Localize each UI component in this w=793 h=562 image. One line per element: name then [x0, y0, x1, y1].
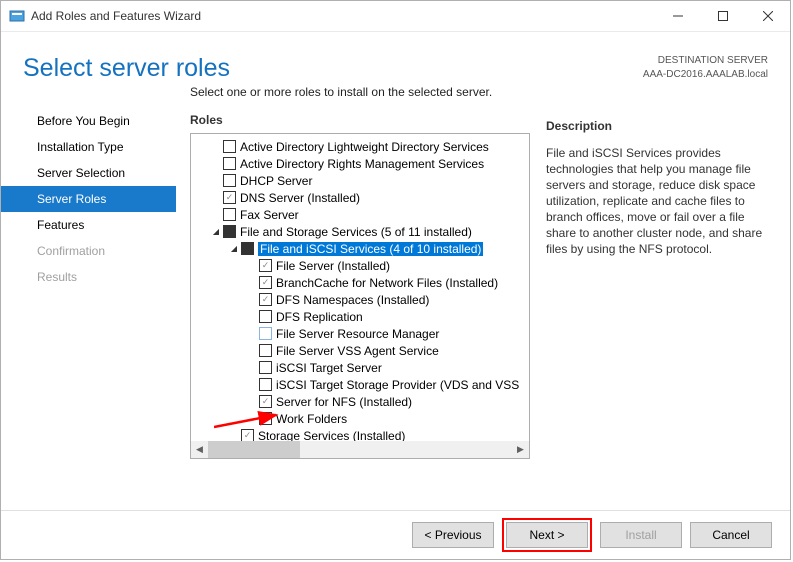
wizard-step[interactable]: Server Roles: [1, 186, 176, 212]
minimize-button[interactable]: [655, 1, 700, 31]
tree-node[interactable]: ✓ File Server (Installed): [191, 257, 529, 274]
tree-node[interactable]: ✓ DNS Server (Installed): [191, 189, 529, 206]
tree-node-label[interactable]: Storage Services (Installed): [258, 429, 405, 443]
tree-node[interactable]: Active Directory Rights Management Servi…: [191, 155, 529, 172]
wizard-step: Confirmation: [1, 238, 176, 264]
tree-node-label[interactable]: iSCSI Target Server: [276, 361, 382, 375]
title-bar: Add Roles and Features Wizard: [1, 1, 790, 32]
wizard-footer: < Previous Next > Install Cancel: [1, 510, 790, 559]
tree-node[interactable]: Active Directory Lightweight Directory S…: [191, 138, 529, 155]
scroll-right-icon[interactable]: ▶: [512, 441, 529, 458]
tree-node-label[interactable]: Active Directory Rights Management Servi…: [240, 157, 484, 171]
tree-node-label[interactable]: File and Storage Services (5 of 11 insta…: [240, 225, 472, 239]
description-label: Description: [546, 119, 776, 139]
wizard-step[interactable]: Installation Type: [1, 134, 176, 160]
page-title: Select server roles: [23, 54, 230, 83]
scroll-thumb[interactable]: [208, 441, 300, 458]
wizard-step: Results: [1, 264, 176, 290]
maximize-button[interactable]: [700, 1, 745, 31]
wizard-steps: Before You BeginInstallation TypeServer …: [1, 83, 176, 483]
checkbox[interactable]: [259, 344, 272, 357]
wizard-step[interactable]: Before You Begin: [1, 108, 176, 134]
roles-tree[interactable]: Active Directory Lightweight Directory S…: [190, 133, 530, 459]
checkbox[interactable]: [223, 174, 236, 187]
tree-node-label[interactable]: Fax Server: [240, 208, 299, 222]
destination-server-name: AAA-DC2016.AAALAB.local: [643, 68, 768, 82]
cancel-button[interactable]: Cancel: [690, 522, 772, 548]
previous-button[interactable]: < Previous: [412, 522, 494, 548]
tree-node[interactable]: ✓ Server for NFS (Installed): [191, 393, 529, 410]
checkbox[interactable]: ✓: [259, 395, 272, 408]
tree-node[interactable]: ✓Storage Services (Installed): [191, 427, 529, 442]
tree-node[interactable]: iSCSI Target Server: [191, 359, 529, 376]
instruction-text: Select one or more roles to install on t…: [190, 85, 530, 113]
app-icon: [9, 8, 25, 24]
checkbox[interactable]: ✓: [259, 293, 272, 306]
tree-node-label[interactable]: DNS Server (Installed): [240, 191, 360, 205]
horizontal-scrollbar[interactable]: ◀ ▶: [191, 441, 529, 458]
tree-node-label[interactable]: Work Folders: [276, 412, 347, 426]
annotation-highlight: Next >: [502, 518, 592, 552]
destination-label: DESTINATION SERVER: [643, 54, 768, 68]
tree-node[interactable]: File Server Resource Manager: [191, 325, 529, 342]
checkbox[interactable]: [223, 140, 236, 153]
wizard-step[interactable]: Server Selection: [1, 160, 176, 186]
tree-node-label[interactable]: iSCSI Target Storage Provider (VDS and V…: [276, 378, 519, 392]
checkbox[interactable]: [223, 225, 236, 238]
expander-icon[interactable]: ◢: [211, 227, 221, 236]
destination-server: DESTINATION SERVER AAA-DC2016.AAALAB.loc…: [643, 54, 768, 82]
scroll-left-icon[interactable]: ◀: [191, 441, 208, 458]
checkbox[interactable]: [259, 412, 272, 425]
checkbox[interactable]: ✓: [259, 276, 272, 289]
install-button[interactable]: Install: [600, 522, 682, 548]
checkbox[interactable]: [223, 208, 236, 221]
next-button[interactable]: Next >: [506, 522, 588, 548]
close-button[interactable]: [745, 1, 790, 31]
tree-node-label[interactable]: Server for NFS (Installed): [276, 395, 412, 409]
checkbox[interactable]: [223, 157, 236, 170]
tree-node[interactable]: Fax Server: [191, 206, 529, 223]
tree-node-label[interactable]: File and iSCSI Services (4 of 10 install…: [258, 242, 483, 256]
checkbox[interactable]: [259, 361, 272, 374]
tree-node[interactable]: ✓ BranchCache for Network Files (Installe…: [191, 274, 529, 291]
tree-node[interactable]: ✓ DFS Namespaces (Installed): [191, 291, 529, 308]
tree-node-label[interactable]: Active Directory Lightweight Directory S…: [240, 140, 489, 154]
tree-node-label[interactable]: DFS Namespaces (Installed): [276, 293, 429, 307]
roles-label: Roles: [190, 113, 530, 133]
tree-node[interactable]: ◢ File and iSCSI Services (4 of 10 instal…: [191, 240, 529, 257]
checkbox[interactable]: [259, 378, 272, 391]
wizard-step[interactable]: Features: [1, 212, 176, 238]
tree-node[interactable]: Work Folders: [191, 410, 529, 427]
tree-node-label[interactable]: BranchCache for Network Files (Installed…: [276, 276, 498, 290]
tree-node-label[interactable]: File Server (Installed): [276, 259, 390, 273]
checkbox[interactable]: [259, 310, 272, 323]
tree-node-label[interactable]: DHCP Server: [240, 174, 312, 188]
checkbox[interactable]: [259, 327, 272, 340]
tree-node[interactable]: ◢ File and Storage Services (5 of 11 inst…: [191, 223, 529, 240]
tree-node[interactable]: DHCP Server: [191, 172, 529, 189]
expander-icon[interactable]: ◢: [229, 244, 239, 253]
tree-node-label[interactable]: DFS Replication: [276, 310, 363, 324]
checkbox[interactable]: ✓: [259, 259, 272, 272]
tree-node[interactable]: iSCSI Target Storage Provider (VDS and V…: [191, 376, 529, 393]
checkbox[interactable]: ✓: [223, 191, 236, 204]
description-text: File and iSCSI Services provides technol…: [546, 139, 776, 257]
tree-node-label[interactable]: File Server Resource Manager: [276, 327, 439, 341]
checkbox[interactable]: [241, 242, 254, 255]
window-title: Add Roles and Features Wizard: [31, 9, 655, 23]
tree-node-label[interactable]: File Server VSS Agent Service: [276, 344, 439, 358]
tree-node[interactable]: DFS Replication: [191, 308, 529, 325]
tree-node[interactable]: File Server VSS Agent Service: [191, 342, 529, 359]
